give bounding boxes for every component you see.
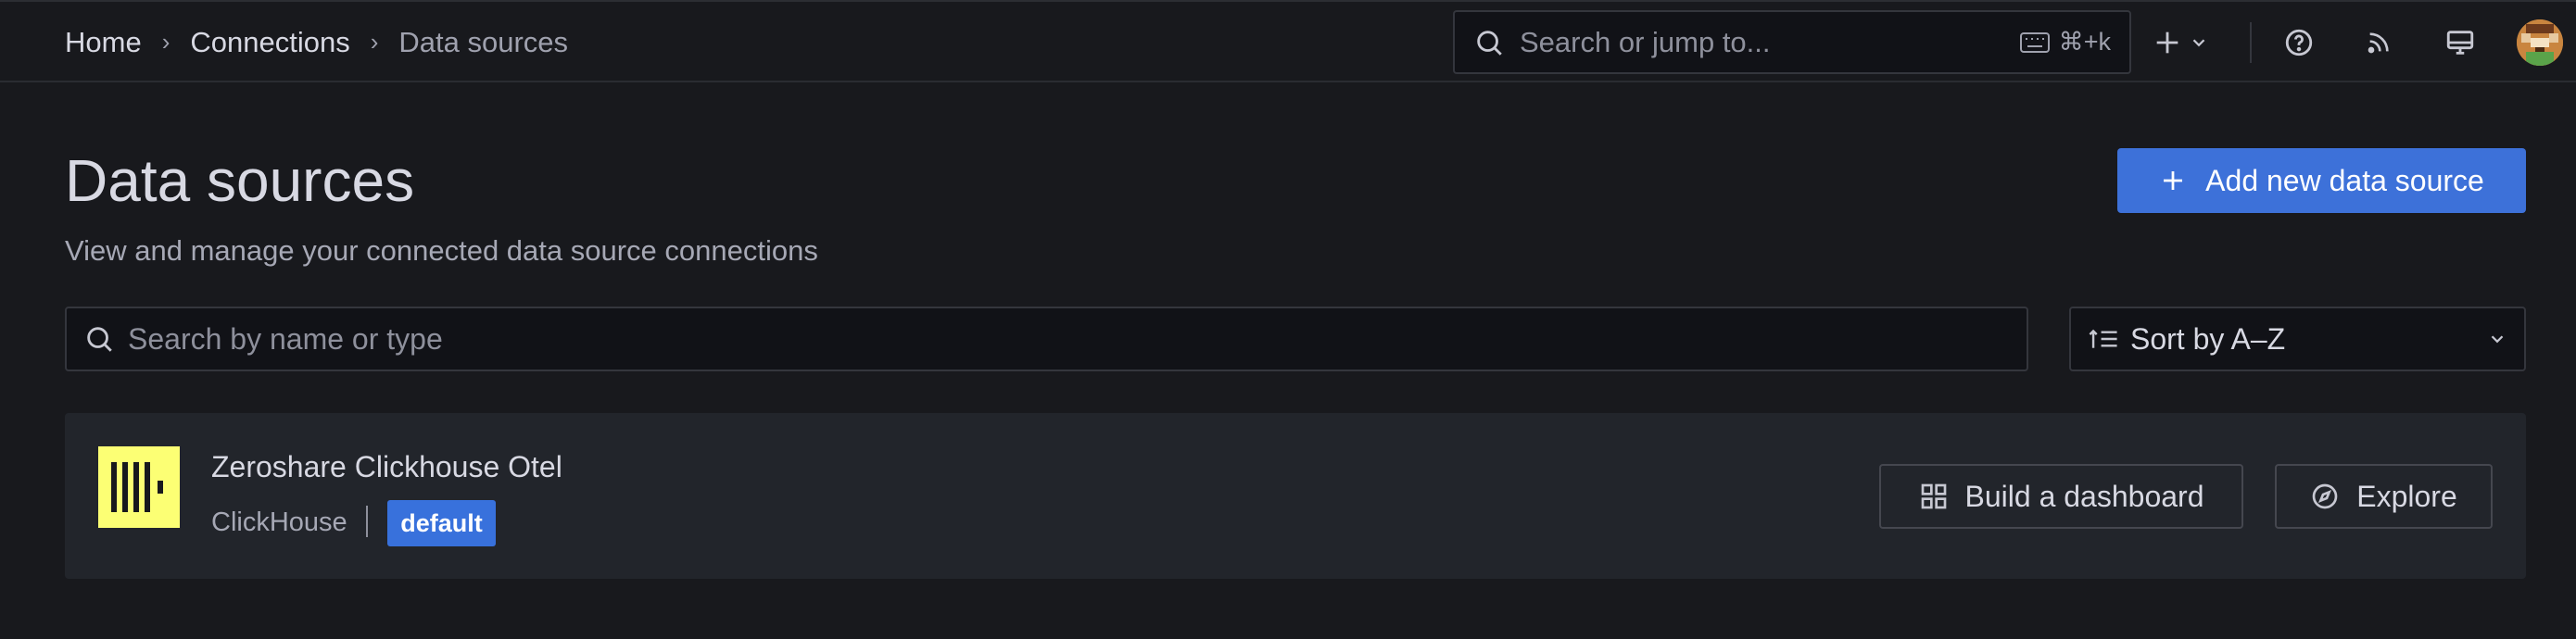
monitor-icon (2446, 30, 2474, 55)
default-badge: default (387, 500, 496, 546)
search-placeholder: Search or jump to... (1520, 25, 1771, 58)
build-dashboard-button[interactable]: Build a dashboard (1879, 464, 2243, 529)
sort-select[interactable]: Sort by A–Z (2069, 307, 2526, 371)
news-button-wrap (2353, 2, 2405, 82)
breadcrumb-home[interactable]: Home (65, 26, 142, 59)
search-icon (87, 327, 112, 352)
new-menu-button[interactable] (2152, 2, 2209, 82)
news-button[interactable] (2353, 17, 2405, 69)
sort-icon (2089, 329, 2117, 348)
kiosk-button[interactable] (2434, 17, 2486, 69)
build-dashboard-label: Build a dashboard (1964, 479, 2204, 513)
datasource-name[interactable]: Zeroshare Clickhouse Otel (211, 450, 562, 484)
keyboard-icon (2019, 31, 2050, 53)
chevron-down-icon (2192, 38, 2205, 46)
page-title: Data sources (65, 147, 415, 214)
help-button-wrap (2273, 2, 2325, 82)
help-button[interactable] (2273, 17, 2325, 69)
help-icon (2285, 29, 2313, 56)
explore-label: Explore (2356, 479, 2457, 513)
rss-icon (2368, 31, 2389, 53)
breadcrumb: Home › Connections › Data sources (65, 2, 568, 82)
keyboard-shortcut: ⌘+k (2019, 28, 2111, 56)
breadcrumb-separator: › (370, 28, 379, 56)
datasource-card[interactable]: Zeroshare Clickhouse Otel ClickHouse def… (65, 413, 2526, 579)
datasource-search-input[interactable]: Search by name or type (65, 307, 2028, 371)
search-icon (1477, 30, 1502, 56)
shortcut-text: ⌘+k (2058, 28, 2111, 56)
user-avatar[interactable] (2517, 19, 2563, 66)
avatar-image (2517, 19, 2563, 66)
sort-label: Sort by A–Z (2130, 321, 2286, 356)
add-button-label: Add new data source (2205, 163, 2484, 197)
divider (2250, 22, 2252, 63)
datasource-type: ClickHouse (211, 507, 347, 537)
top-navbar: Home › Connections › Data sources Search… (0, 0, 2576, 82)
compass-icon (2312, 483, 2338, 509)
plus-icon (2156, 31, 2178, 53)
global-search-input[interactable]: Search or jump to... ⌘+k (1453, 10, 2131, 74)
clickhouse-bars (98, 446, 180, 528)
page-subtitle: View and manage your connected data sour… (65, 234, 818, 267)
chevron-down-icon (2491, 335, 2504, 344)
clickhouse-logo-icon (98, 446, 180, 528)
dashboard-grid-icon (1921, 483, 1946, 509)
breadcrumb-separator: › (161, 28, 170, 56)
add-new-data-source-button[interactable]: Add new data source (2117, 148, 2526, 213)
breadcrumb-connections[interactable]: Connections (190, 26, 349, 59)
search-placeholder: Search by name or type (128, 321, 443, 356)
divider (366, 506, 368, 537)
breadcrumb-current: Data sources (398, 25, 569, 58)
kiosk-button-wrap (2434, 2, 2486, 82)
plus-icon (2164, 171, 2183, 190)
explore-button[interactable]: Explore (2275, 464, 2493, 529)
